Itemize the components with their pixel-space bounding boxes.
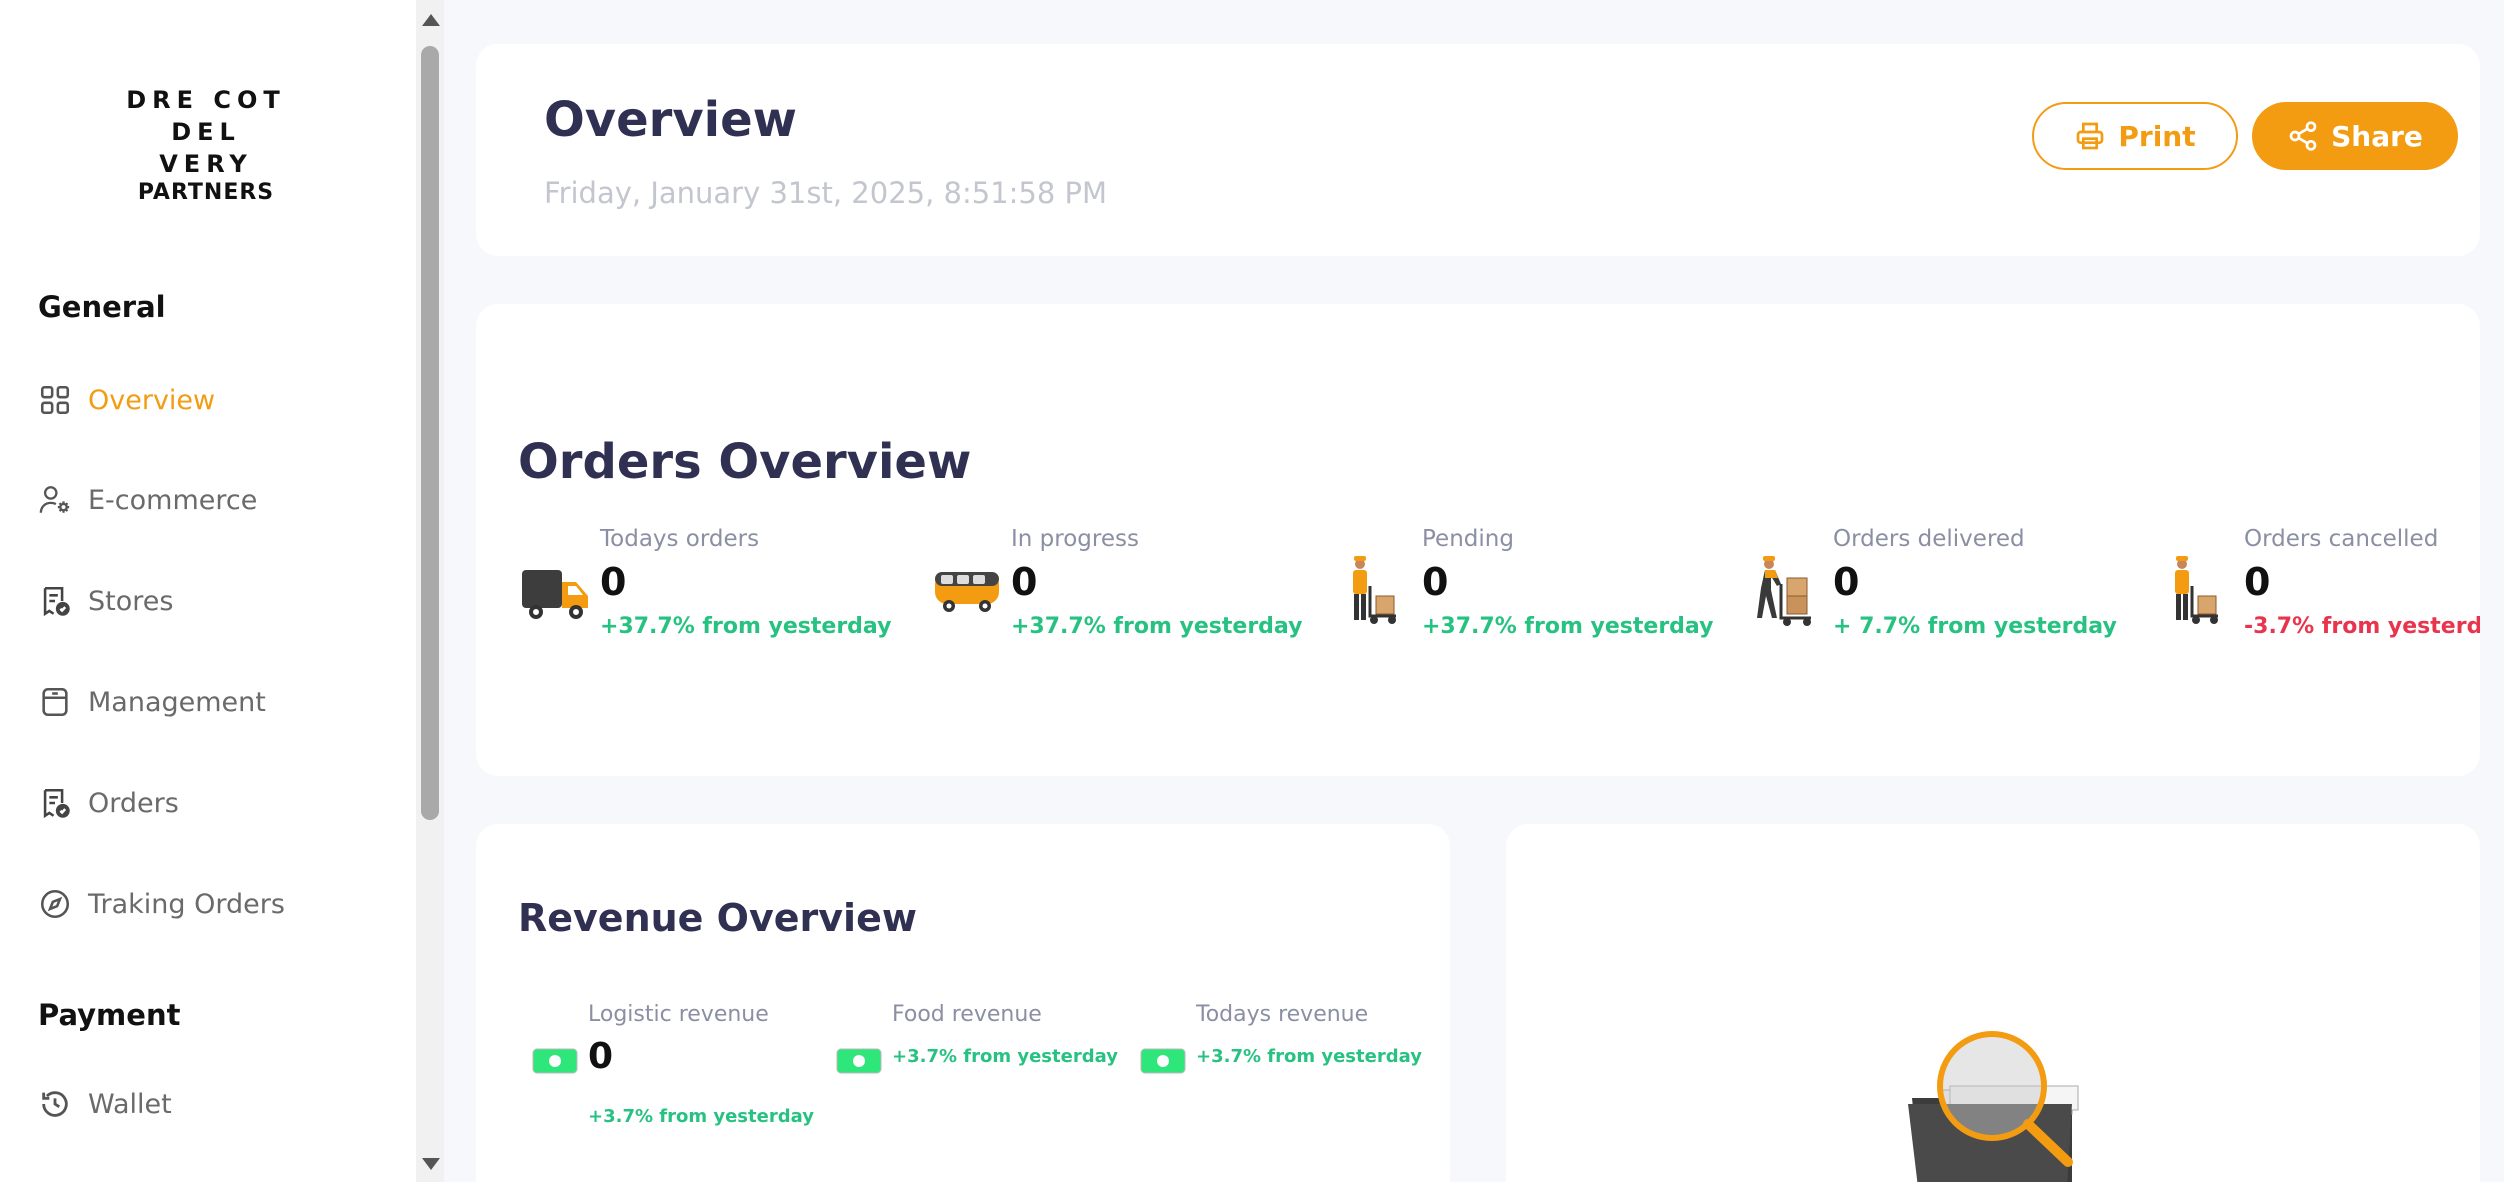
sidebar-item-tracking-orders[interactable]: Traking Orders bbox=[36, 878, 285, 930]
empty-state-card bbox=[1506, 824, 2480, 1182]
stat-label: Orders delivered bbox=[1833, 526, 2025, 552]
folder-magnifier-icon bbox=[1908, 1031, 2079, 1182]
sidebar-item-overview[interactable]: Overview bbox=[36, 374, 215, 426]
sidebar-item-label: Wallet bbox=[88, 1088, 172, 1120]
orders-overview-card: Orders Overview Todays orders 0 +37.7% f… bbox=[476, 304, 2480, 776]
section-title-general: General bbox=[38, 290, 166, 324]
stat-label: In progress bbox=[1011, 526, 1139, 552]
stat-pending: Pending 0 +37.7% from yesterday bbox=[1342, 526, 1742, 656]
stat-label: Todays revenue bbox=[1196, 1002, 1369, 1027]
stat-change: +3.7% from yesterday bbox=[1196, 1046, 1422, 1067]
stat-in-progress: In progress 0 +37.7% from yesterday bbox=[931, 526, 1331, 656]
compass-icon bbox=[36, 885, 74, 923]
stat-todays-revenue: Todays revenue +3.7% from yesterday bbox=[1140, 1002, 1440, 1162]
revenue-overview-title: Revenue Overview bbox=[518, 896, 917, 940]
sidebar-item-label: Orders bbox=[88, 787, 179, 819]
sidebar-item-label: Management bbox=[88, 686, 266, 718]
timestamp: Friday, January 31st, 2025, 8:51:58 PM bbox=[544, 176, 1108, 210]
sidebar-item-stores[interactable]: Stores bbox=[36, 575, 173, 627]
sidebar-item-label: E-commerce bbox=[88, 484, 258, 516]
print-label: Print bbox=[2118, 119, 2196, 153]
stat-label: Pending bbox=[1422, 526, 1514, 552]
history-icon bbox=[36, 1085, 74, 1123]
page-title: Overview bbox=[544, 92, 797, 148]
grid-icon bbox=[36, 381, 74, 419]
sidebar-item-label: Traking Orders bbox=[88, 888, 285, 920]
receipt-check-icon bbox=[36, 582, 74, 620]
receipt-check-icon bbox=[36, 784, 74, 822]
cash-icon bbox=[836, 1048, 882, 1074]
revenue-overview-card: Revenue Overview Logistic revenue 0 +3.7… bbox=[476, 824, 1450, 1182]
sidebar-item-ecommerce[interactable]: E-commerce bbox=[36, 474, 257, 526]
stat-value: 0 bbox=[588, 1036, 614, 1077]
stat-food-revenue: Food revenue +3.7% from yesterday bbox=[836, 1002, 1136, 1162]
stat-change: +37.7% from yesterday bbox=[1422, 614, 1714, 639]
archive-icon bbox=[36, 683, 74, 721]
orders-overview-title: Orders Overview bbox=[518, 434, 972, 490]
stat-change: +3.7% from yesterday bbox=[588, 1106, 814, 1127]
brand-logo[interactable]: DRE COT DEL VERY PARTNERS bbox=[120, 84, 292, 206]
scrollbar-thumb[interactable] bbox=[421, 46, 439, 820]
stat-orders-delivered: Orders delivered 0 + 7.7% from yesterday bbox=[1753, 526, 2153, 656]
stat-label: Orders cancelled bbox=[2244, 526, 2439, 552]
sidebar-item-management[interactable]: Management bbox=[36, 676, 266, 728]
section-title-payment: Payment bbox=[38, 998, 181, 1032]
brand-line-2: DEL VERY bbox=[159, 118, 253, 178]
user-gear-icon bbox=[36, 481, 74, 519]
worker-with-boxes-icon bbox=[1353, 556, 1396, 624]
worker-pushing-cart-icon bbox=[1757, 556, 1811, 626]
sidebar-scrollbar[interactable] bbox=[416, 0, 444, 1182]
stat-change: +3.7% from yesterday bbox=[892, 1046, 1118, 1067]
scroll-up-arrow-icon[interactable] bbox=[422, 14, 440, 26]
truck-icon bbox=[522, 570, 588, 619]
stat-orders-cancelled: Orders cancelled 0 -3.7% from yesterday bbox=[2164, 526, 2480, 656]
stat-change: + 7.7% from yesterday bbox=[1833, 614, 2117, 639]
brand-line-3: PARTNERS bbox=[137, 180, 275, 205]
sidebar-item-wallet[interactable]: Wallet bbox=[36, 1078, 172, 1130]
stat-change: +37.7% from yesterday bbox=[600, 614, 892, 639]
stat-label: Logistic revenue bbox=[588, 1002, 769, 1027]
sidebar: DRE COT DEL VERY PARTNERS General Overvi… bbox=[0, 0, 416, 1182]
worker-with-boxes-icon bbox=[2175, 556, 2218, 624]
sidebar-item-orders[interactable]: Orders bbox=[36, 777, 179, 829]
header-card: Overview Friday, January 31st, 2025, 8:5… bbox=[476, 44, 2480, 256]
stat-value: 0 bbox=[1833, 560, 1860, 604]
scroll-down-arrow-icon[interactable] bbox=[422, 1158, 440, 1170]
stat-todays-orders: Todays orders 0 +37.7% from yesterday bbox=[520, 526, 920, 656]
stat-value: 0 bbox=[1011, 560, 1038, 604]
share-button[interactable]: Share bbox=[2252, 102, 2458, 170]
stat-value: 0 bbox=[2244, 560, 2271, 604]
printer-icon bbox=[2077, 122, 2104, 150]
van-icon bbox=[935, 572, 999, 612]
sidebar-item-label: Stores bbox=[88, 585, 174, 617]
stat-label: Todays orders bbox=[600, 526, 760, 552]
cash-icon bbox=[1140, 1048, 1186, 1074]
brand-line-1: DRE COT bbox=[126, 86, 286, 114]
stat-value: 0 bbox=[1422, 560, 1449, 604]
stat-logistic-revenue: Logistic revenue 0 +3.7% from yesterday bbox=[532, 1002, 832, 1162]
print-button[interactable]: Print bbox=[2032, 102, 2238, 170]
sidebar-item-label: Overview bbox=[88, 384, 216, 416]
stat-label: Food revenue bbox=[892, 1002, 1042, 1027]
share-icon bbox=[2289, 121, 2317, 151]
stat-change: -3.7% from yesterday bbox=[2244, 614, 2480, 639]
stat-value: 0 bbox=[600, 560, 627, 604]
share-label: Share bbox=[2331, 119, 2423, 153]
cash-icon bbox=[532, 1048, 578, 1074]
stat-change: +37.7% from yesterday bbox=[1011, 614, 1303, 639]
